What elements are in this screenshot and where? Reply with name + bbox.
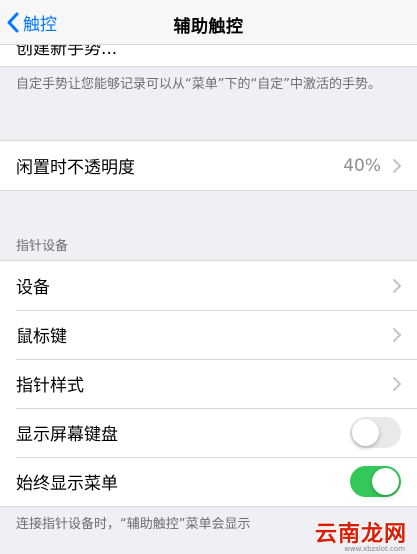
navigation-bar: 触控 辅助触控 (0, 0, 417, 45)
page-title: 辅助触控 (173, 17, 244, 37)
devices-label: 设备 (16, 278, 50, 298)
pointer-style-label: 指针样式 (16, 376, 84, 396)
watermark-url: www.xbzslot.com (344, 545, 405, 553)
always-show-menu-toggle[interactable] (350, 466, 401, 497)
mouse-keys-label: 鼠标键 (16, 327, 67, 347)
always-show-menu-label: 始终显示菜单 (16, 474, 118, 494)
idle-opacity-value: 40% (343, 155, 381, 176)
chevron-right-icon (393, 327, 401, 342)
devices-row[interactable]: 设备 (0, 261, 417, 310)
always-show-menu-row: 始终显示菜单 (0, 457, 417, 506)
show-onscreen-keyboard-label: 显示屏幕键盘 (16, 425, 118, 445)
show-onscreen-keyboard-row: 显示屏幕键盘 (0, 408, 417, 457)
custom-gesture-note: 自定手势让您能够记录可以从“菜单”下的“自定”中激活的手势。 (16, 77, 381, 92)
chevron-right-icon (393, 278, 401, 293)
chevron-right-icon (393, 158, 401, 173)
pointer-style-row[interactable]: 指针样式 (0, 359, 417, 408)
create-gesture-label: 创建新手势... (16, 44, 118, 59)
chevron-right-icon (393, 376, 401, 391)
watermark-logo: 云南龙网 (314, 522, 407, 547)
toggle-knob (372, 468, 399, 495)
pointer-devices-header: 指针设备 (16, 239, 69, 254)
idle-opacity-group: 闲置时不透明度 40% (0, 140, 417, 191)
mouse-keys-row[interactable]: 鼠标键 (0, 310, 417, 359)
idle-opacity-label: 闲置时不透明度 (16, 158, 135, 178)
toggle-knob (352, 419, 379, 446)
pointer-devices-group: 设备 鼠标键 指针样式 显示屏幕键盘 始终显示菜单 (0, 260, 417, 507)
show-onscreen-keyboard-toggle[interactable] (350, 417, 401, 448)
idle-opacity-row[interactable]: 闲置时不透明度 40% (0, 141, 417, 190)
create-gesture-row[interactable]: 创建新手势... (0, 44, 417, 67)
